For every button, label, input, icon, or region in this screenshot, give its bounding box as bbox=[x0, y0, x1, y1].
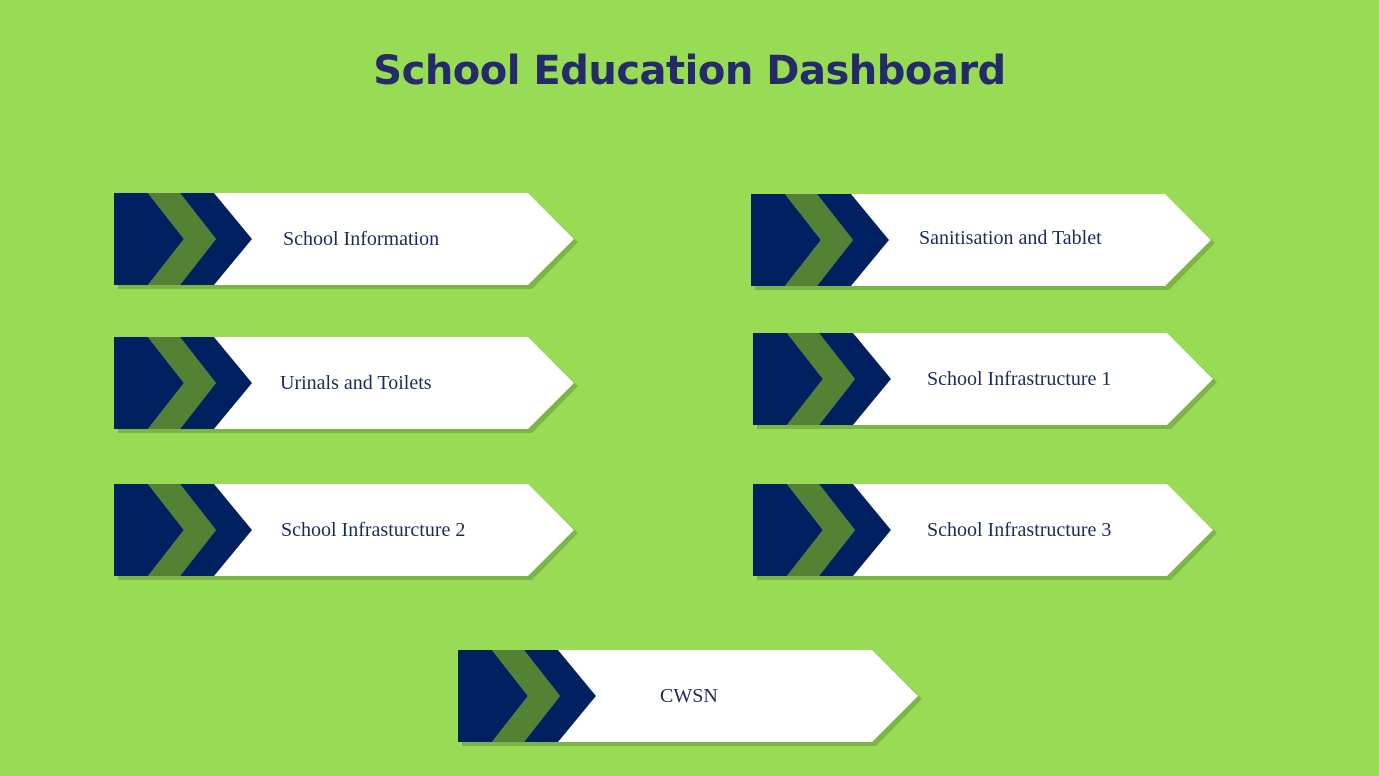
nav-card-label: School Infrastructure 1 bbox=[927, 368, 1112, 390]
nav-card-school-information[interactable]: School Information bbox=[114, 193, 578, 289]
nav-card-urinals-and-toilets[interactable]: Urinals and Toilets bbox=[114, 337, 578, 433]
nav-card-school-infrastructure-3[interactable]: School Infrastructure 3 bbox=[753, 484, 1217, 580]
nav-card-label: Urinals and Toilets bbox=[280, 372, 432, 394]
page-title: School Education Dashboard bbox=[373, 48, 1006, 94]
nav-card-cwsn[interactable]: CWSN bbox=[458, 650, 922, 746]
nav-card-label: Sanitisation and Tablet bbox=[919, 227, 1102, 249]
nav-card-label: School Information bbox=[283, 228, 440, 250]
nav-card-sanitisation-and-tablet[interactable]: Sanitisation and Tablet bbox=[751, 194, 1215, 290]
nav-card-label: School Infrasturcture 2 bbox=[281, 519, 466, 541]
nav-card-school-infrastructure-2[interactable]: School Infrasturcture 2 bbox=[114, 484, 578, 580]
nav-card-school-infrastructure-1[interactable]: School Infrastructure 1 bbox=[753, 333, 1217, 429]
nav-card-label: School Infrastructure 3 bbox=[927, 519, 1112, 541]
nav-card-label: CWSN bbox=[660, 685, 718, 707]
